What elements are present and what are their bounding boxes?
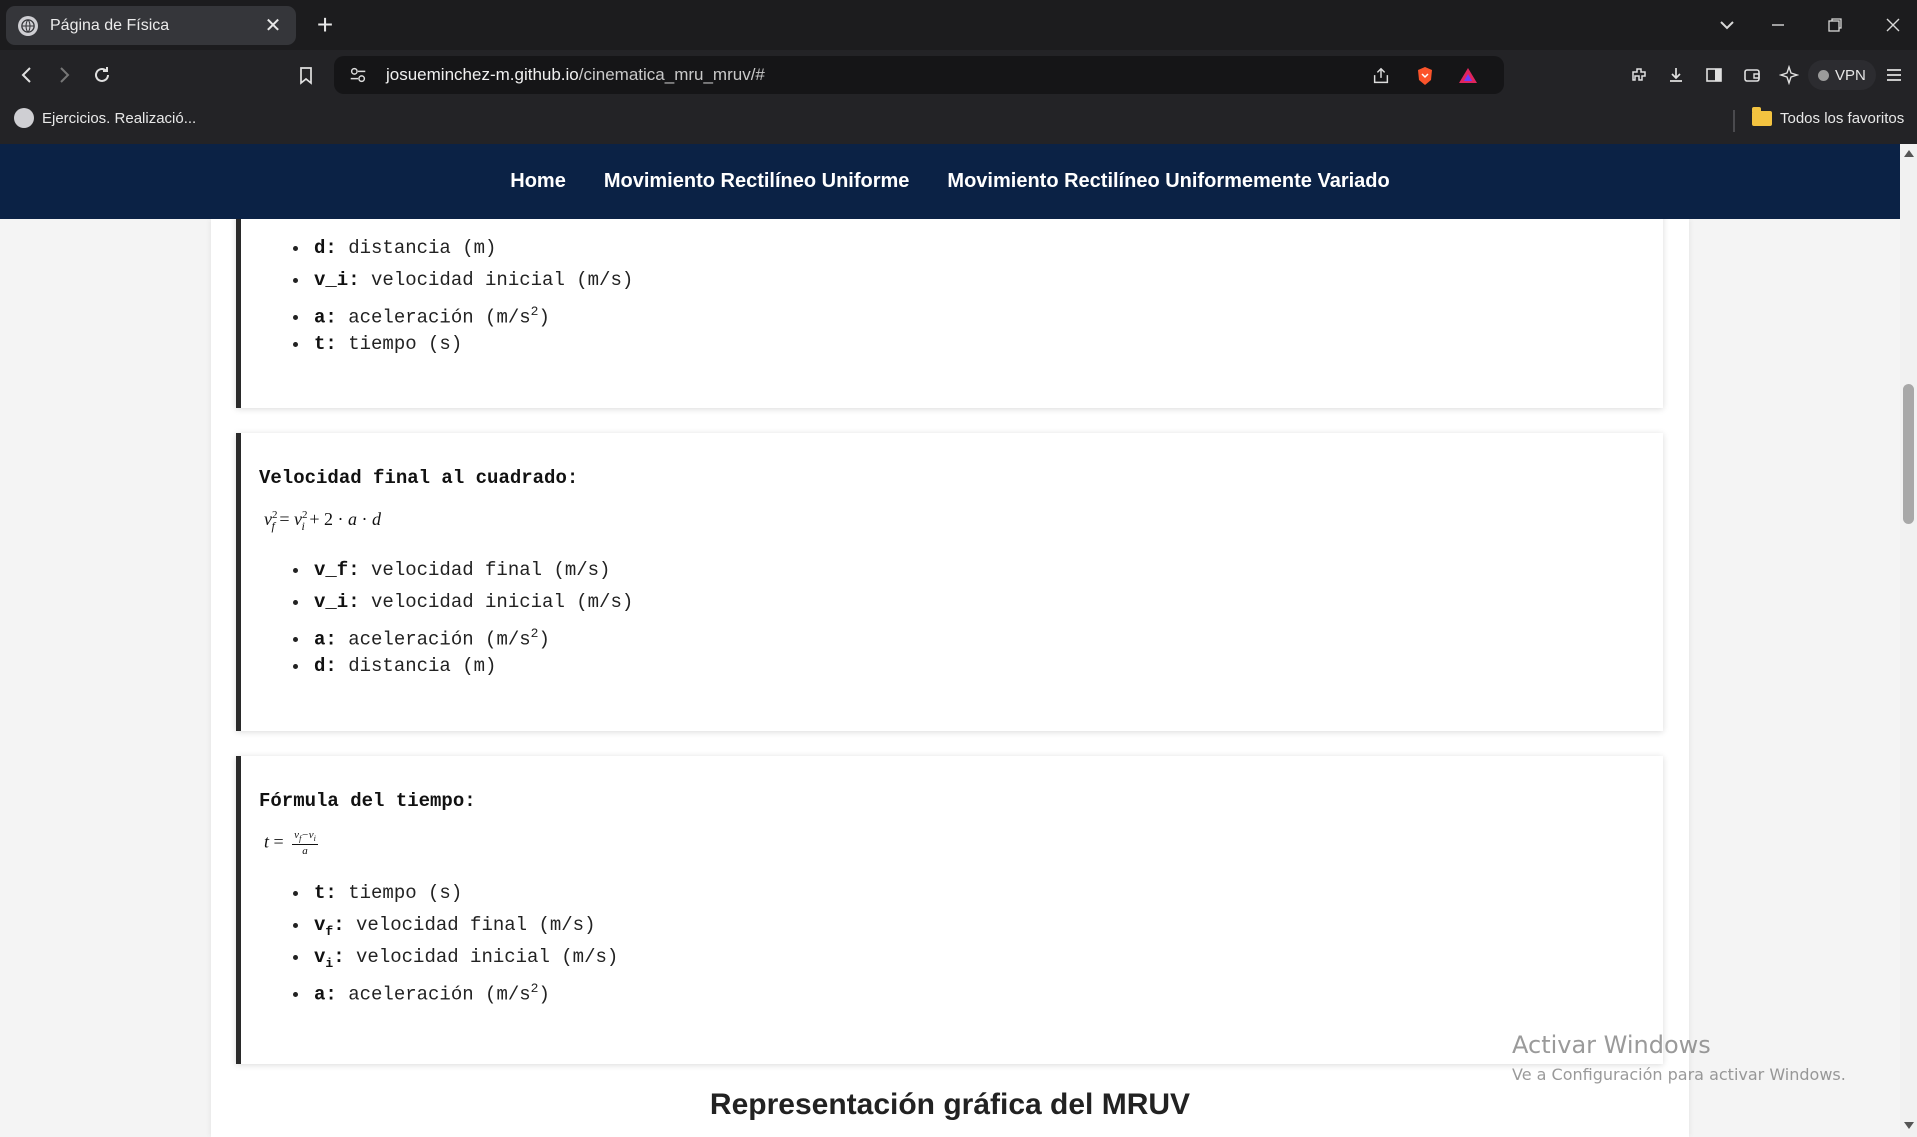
- menu-icon[interactable]: [1879, 60, 1909, 90]
- page-viewport: Home Movimiento Rectilíneo Uniforme Movi…: [0, 144, 1917, 1137]
- back-icon[interactable]: [12, 60, 42, 90]
- nav-link-mru[interactable]: Movimiento Rectilíneo Uniforme: [604, 170, 910, 193]
- vpn-button[interactable]: VPN: [1808, 60, 1876, 90]
- list-item: a: aceleración (m/s2): [310, 296, 633, 328]
- url-text: josueminchez-m.github.io/cinematica_mru_…: [386, 65, 765, 85]
- variable-list: t: tiempo (s) vf: velocidad final (m/s) …: [310, 877, 618, 1005]
- list-item: t: tiempo (s): [310, 328, 633, 360]
- wallet-icon[interactable]: [1737, 60, 1767, 90]
- vpn-label: VPN: [1835, 66, 1866, 84]
- globe-icon: [14, 108, 34, 128]
- bookmarks-divider: [1733, 110, 1735, 132]
- formula-card-final-velocity-squared: Velocidad final al cuadrado: v2f = v2i +…: [236, 433, 1663, 731]
- extensions-icon[interactable]: [1624, 60, 1654, 90]
- bookmarks-bar: Ejercicios. Realizació... Todos los favo…: [0, 100, 1917, 144]
- watermark-subtitle: Ve a Configuración para activar Windows.: [1512, 1065, 1846, 1084]
- forward-icon[interactable]: [49, 60, 79, 90]
- reload-icon[interactable]: [87, 60, 117, 90]
- list-item: v_f: velocidad final (m/s): [310, 554, 633, 586]
- list-item: d: distancia (m): [310, 232, 633, 264]
- watermark-title: Activar Windows: [1512, 1031, 1711, 1059]
- folder-icon: [1752, 107, 1772, 126]
- list-item: v_i: velocidad inicial (m/s): [310, 264, 633, 296]
- site-navbar: Home Movimiento Rectilíneo Uniforme Movi…: [0, 144, 1900, 219]
- url-path: /cinematica_mru_mruv/#: [578, 65, 765, 84]
- site-settings-icon[interactable]: [348, 64, 370, 86]
- browser-tab[interactable]: Página de Física ✕: [6, 6, 296, 45]
- formula-vf-squared: v2f = v2i + 2 · a · d: [264, 509, 381, 533]
- close-tab-icon[interactable]: ✕: [262, 15, 284, 37]
- tab-search-chevron-icon[interactable]: [1712, 10, 1742, 40]
- bookmark-icon[interactable]: [291, 60, 321, 90]
- list-item: vi: velocidad inicial (m/s): [310, 941, 618, 973]
- variable-list: d: distancia (m) v_i: velocidad inicial …: [310, 232, 633, 360]
- scroll-down-icon[interactable]: [1904, 1122, 1914, 1129]
- tab-title: Página de Física: [50, 16, 170, 34]
- leo-ai-icon[interactable]: [1774, 60, 1804, 90]
- sidebar-icon[interactable]: [1699, 60, 1729, 90]
- browser-toolbar: josueminchez-m.github.io/cinematica_mru_…: [0, 50, 1917, 100]
- list-item: v_i: velocidad inicial (m/s): [310, 586, 633, 618]
- list-item: vf: velocidad final (m/s): [310, 909, 618, 941]
- section-heading: Representación gráfica del MRUV: [709, 1088, 1191, 1121]
- address-bar[interactable]: josueminchez-m.github.io/cinematica_mru_…: [334, 56, 1504, 94]
- list-item: d: distancia (m): [310, 650, 633, 682]
- windows-activation-watermark: Activar Windows Ve a Configuración para …: [1512, 1031, 1846, 1084]
- bookmark-label: Ejercicios. Realizació...: [42, 109, 197, 127]
- variable-list: v_f: velocidad final (m/s) v_i: velocida…: [310, 554, 633, 682]
- globe-icon: [18, 15, 38, 36]
- bookmark-item[interactable]: Ejercicios. Realizació...: [14, 108, 196, 128]
- tab-bar: Página de Física ✕ +: [0, 0, 1917, 50]
- url-host: josueminchez-m.github.io: [386, 65, 579, 84]
- download-icon[interactable]: [1661, 60, 1691, 90]
- brave-shields-icon[interactable]: [1412, 63, 1438, 89]
- nav-link-home[interactable]: Home: [510, 170, 566, 193]
- scroll-thumb[interactable]: [1903, 384, 1914, 524]
- formula-time: t = vf−vi a: [264, 829, 318, 858]
- brave-rewards-icon[interactable]: [1455, 63, 1481, 89]
- new-tab-button[interactable]: +: [312, 11, 338, 39]
- scroll-up-icon[interactable]: [1904, 150, 1914, 157]
- restore-icon[interactable]: [1820, 10, 1850, 40]
- list-item: t: tiempo (s): [310, 877, 618, 909]
- formula-card-time: Fórmula del tiempo: t = vf−via t: tiempo…: [236, 756, 1663, 1064]
- card-title: Velocidad final al cuadrado:: [259, 467, 579, 489]
- list-item: a: aceleración (m/s2): [310, 618, 633, 650]
- page-scrollbar[interactable]: [1900, 144, 1917, 1137]
- card-title: Fórmula del tiempo:: [259, 790, 476, 812]
- list-item: a: aceleración (m/s2): [310, 973, 618, 1005]
- all-bookmarks-label: Todos los favoritos: [1780, 110, 1905, 127]
- vpn-status-icon: [1818, 69, 1829, 81]
- nav-link-mruv[interactable]: Movimiento Rectilíneo Uniformemente Vari…: [947, 170, 1389, 193]
- minimize-icon[interactable]: [1763, 10, 1793, 40]
- share-icon[interactable]: [1368, 63, 1394, 89]
- all-bookmarks-button[interactable]: Todos los favoritos: [1752, 107, 1905, 127]
- close-window-icon[interactable]: [1878, 10, 1908, 40]
